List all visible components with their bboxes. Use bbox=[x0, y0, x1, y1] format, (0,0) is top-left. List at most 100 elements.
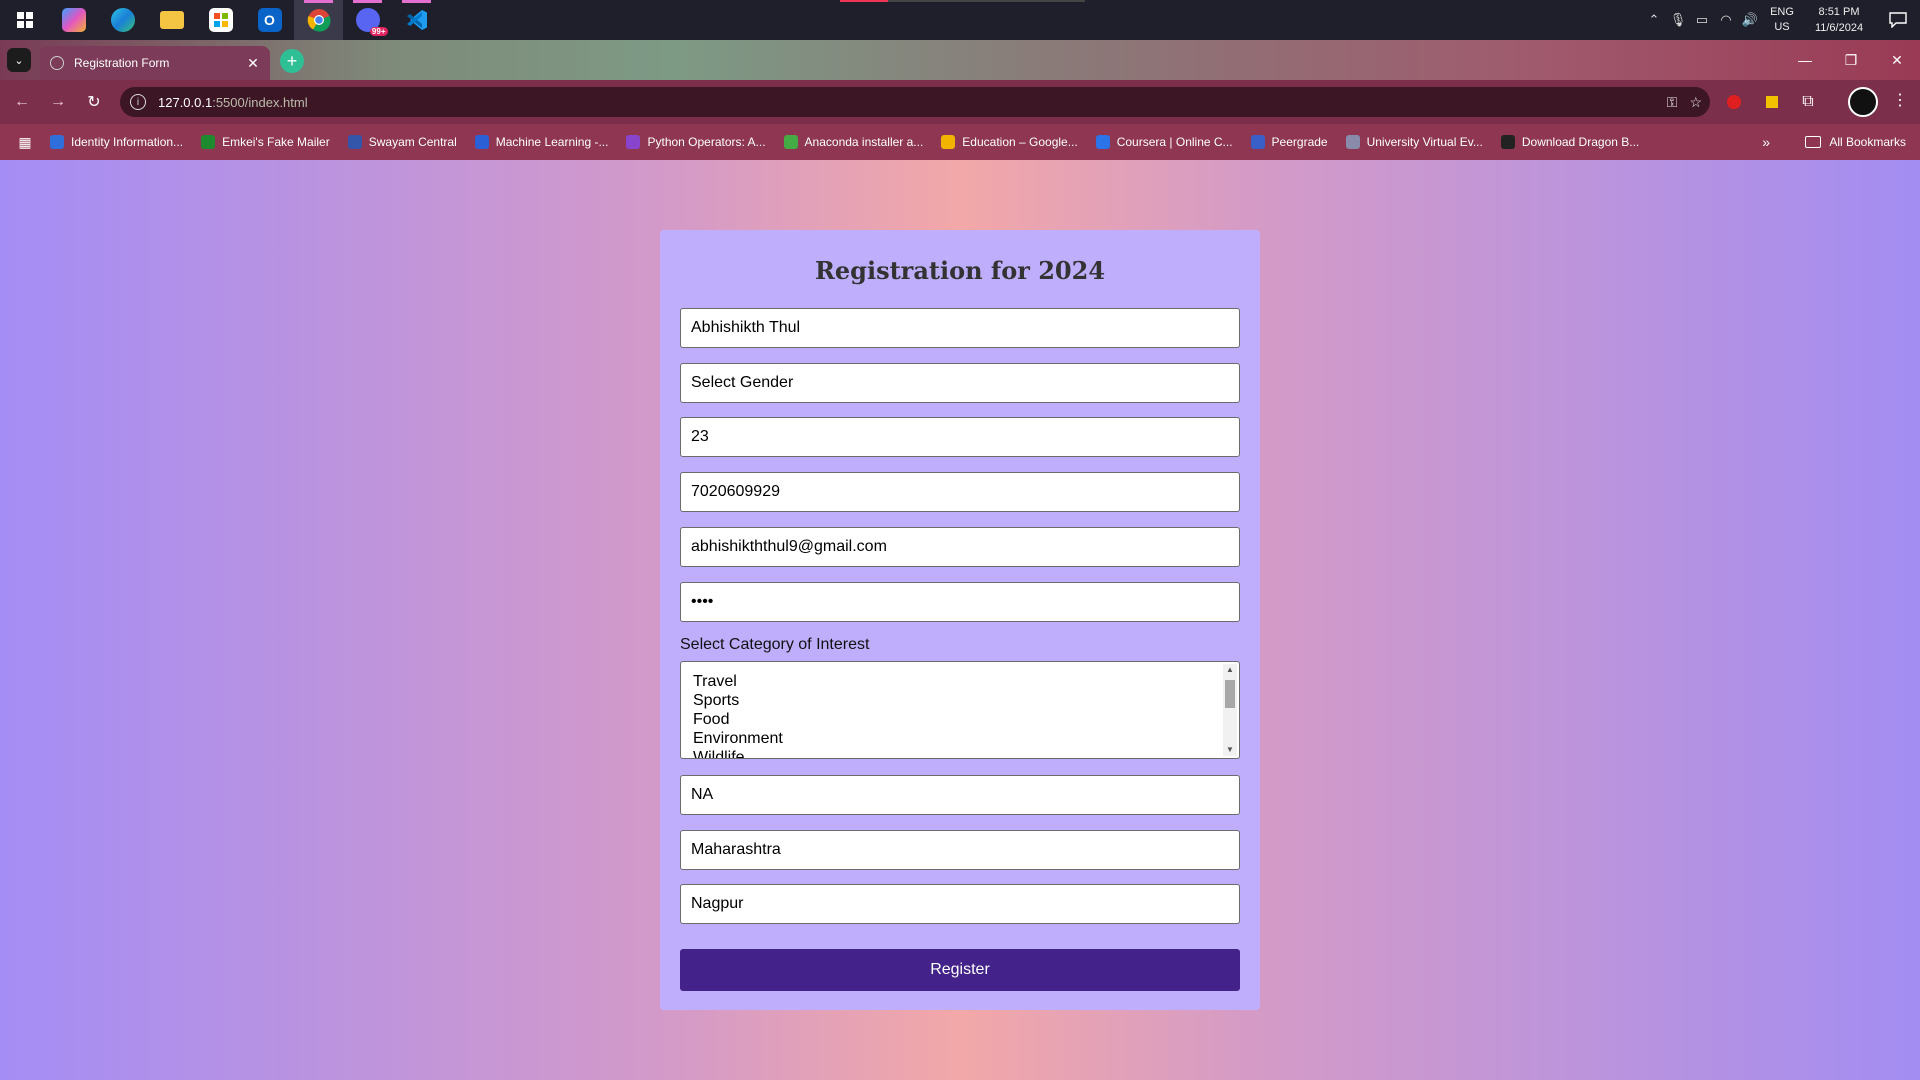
password-input[interactable]: •••• bbox=[680, 582, 1240, 622]
bookmark-favicon-icon bbox=[1250, 135, 1265, 149]
browser-toolbar: ← → ↻ i 127.0.0.1:5500/index.html ⚿ ☆ ⧉ … bbox=[0, 80, 1920, 124]
scroll-down-icon[interactable]: ▼ bbox=[1223, 744, 1237, 756]
city-input[interactable]: Nagpur bbox=[680, 884, 1240, 924]
category-option[interactable]: Food bbox=[693, 710, 1239, 729]
profile-avatar[interactable] bbox=[1848, 87, 1878, 117]
bookmarks-list: Identity Information... Emkei's Fake Mail… bbox=[50, 135, 1657, 149]
password-key-icon[interactable]: ⚿ bbox=[1667, 94, 1678, 111]
language-indicator[interactable]: ENG US bbox=[1762, 5, 1802, 35]
site-info-icon[interactable]: i bbox=[130, 94, 146, 110]
scroll-up-icon[interactable]: ▲ bbox=[1223, 664, 1237, 676]
bookmark-label: Coursera | Online C... bbox=[1116, 135, 1233, 149]
lang-top: ENG bbox=[1770, 6, 1794, 18]
bookmark-favicon-icon bbox=[941, 135, 956, 149]
chrome-icon[interactable] bbox=[294, 0, 343, 40]
bookmark-item[interactable]: Peergrade bbox=[1250, 135, 1328, 149]
minimize-button[interactable]: — bbox=[1782, 40, 1828, 80]
discord-icon[interactable]: 99+ bbox=[343, 0, 392, 40]
apps-grid-icon[interactable]: ▦ bbox=[0, 124, 50, 160]
bookmark-item[interactable]: University Virtual Ev... bbox=[1345, 135, 1483, 149]
bookmark-item[interactable]: Emkei's Fake Mailer bbox=[201, 135, 330, 149]
all-bookmarks-button[interactable]: All Bookmarks bbox=[1805, 124, 1906, 160]
age-input[interactable]: 23 bbox=[680, 417, 1240, 457]
back-button[interactable]: ← bbox=[10, 90, 34, 114]
bookmark-item[interactable]: Swayam Central bbox=[347, 135, 457, 149]
windows-start-icon[interactable] bbox=[0, 0, 49, 40]
category-option[interactable]: Travel bbox=[693, 672, 1239, 691]
registration-card: Registration for 2024 Abhishikth Thul Se… bbox=[660, 230, 1260, 1010]
tab-registration-form[interactable]: Registration Form ✕ bbox=[40, 46, 270, 80]
clock[interactable]: 8:51 PM 11/6/2024 bbox=[1802, 4, 1876, 36]
bookmark-item[interactable]: Coursera | Online C... bbox=[1095, 135, 1233, 149]
extension-red-icon[interactable] bbox=[1722, 90, 1746, 114]
bookmark-item[interactable]: Anaconda installer a... bbox=[783, 135, 924, 149]
bookmark-label: Swayam Central bbox=[368, 135, 457, 149]
speaker-icon[interactable]: 🔊 bbox=[1738, 0, 1762, 40]
extension-yellow-icon[interactable] bbox=[1760, 90, 1784, 114]
clock-time: 8:51 PM bbox=[1818, 6, 1860, 18]
bookmark-favicon-icon bbox=[201, 135, 216, 149]
bookmarks-bar: ▦ Identity Information... Emkei's Fake Ma… bbox=[0, 124, 1920, 160]
windows-taskbar: O 99+ ⌃ 🎙 ▭ ◠ 🔊 ENG US 8:51 PM 11/6/2024 bbox=[0, 0, 1920, 40]
battery-icon[interactable]: ▭ bbox=[1690, 0, 1714, 40]
browser-menu-icon[interactable]: ⋮ bbox=[1890, 90, 1910, 114]
bookmark-label: Education – Google... bbox=[962, 135, 1078, 149]
bookmark-favicon-icon bbox=[347, 135, 362, 149]
state-input[interactable]: Maharashtra bbox=[680, 830, 1240, 870]
taskbar-indicator-strip bbox=[840, 0, 1085, 2]
new-tab-button[interactable]: + bbox=[280, 49, 304, 73]
bookmark-favicon-icon bbox=[1500, 135, 1515, 149]
bookmark-item[interactable]: Python Operators: A... bbox=[626, 135, 766, 149]
name-input[interactable]: Abhishikth Thul bbox=[680, 308, 1240, 348]
gender-select[interactable]: Select Gender bbox=[680, 363, 1240, 403]
close-tab-icon[interactable]: ✕ bbox=[244, 55, 262, 72]
category-option[interactable]: Environment bbox=[693, 729, 1239, 748]
url-host: 127.0.0.1 bbox=[158, 94, 213, 110]
bookmark-label: Anaconda installer a... bbox=[804, 135, 924, 149]
other-category-input[interactable]: NA bbox=[680, 775, 1240, 815]
email-input[interactable]: abhishikththul9@gmail.com bbox=[680, 527, 1240, 567]
category-option[interactable]: Sports bbox=[693, 691, 1239, 710]
url-path: :5500/index.html bbox=[212, 94, 308, 110]
bookmark-star-icon[interactable]: ☆ bbox=[1689, 94, 1702, 111]
microphone-icon[interactable]: 🎙 bbox=[1666, 0, 1690, 40]
restore-button[interactable]: ❐ bbox=[1828, 40, 1874, 80]
extensions-puzzle-icon[interactable]: ⧉ bbox=[1796, 90, 1820, 114]
bookmark-label: Peergrade bbox=[1271, 135, 1328, 149]
chevron-up-icon[interactable]: ⌃ bbox=[1642, 0, 1666, 40]
listbox-scrollbar[interactable]: ▲ ▼ bbox=[1223, 664, 1237, 756]
discord-badge: 99+ bbox=[369, 27, 388, 36]
register-button[interactable]: Register bbox=[680, 949, 1240, 991]
file-explorer-icon[interactable] bbox=[147, 0, 196, 40]
category-option[interactable]: Wildlife bbox=[693, 748, 1239, 758]
microsoft-store-icon[interactable] bbox=[196, 0, 245, 40]
bookmark-item[interactable]: Machine Learning -... bbox=[474, 135, 609, 149]
copilot-icon[interactable] bbox=[49, 0, 98, 40]
phone-input[interactable]: 7020609929 bbox=[680, 472, 1240, 512]
category-listbox[interactable]: Travel Sports Food Environment Wildlife ▲ ▼ bbox=[680, 661, 1240, 759]
bookmark-item[interactable]: Download Dragon B... bbox=[1500, 135, 1640, 149]
all-bookmarks-label: All Bookmarks bbox=[1829, 135, 1906, 149]
globe-icon bbox=[50, 56, 64, 70]
browser-window: ⌄ Registration Form ✕ + — ❐ ✕ ← → ↻ i 12… bbox=[0, 40, 1920, 160]
bookmark-label: Download Dragon B... bbox=[1521, 135, 1640, 149]
bookmark-label: University Virtual Ev... bbox=[1366, 135, 1483, 149]
outlook-icon[interactable]: O bbox=[245, 0, 294, 40]
close-window-button[interactable]: ✕ bbox=[1874, 40, 1920, 80]
bookmark-favicon-icon bbox=[783, 135, 798, 149]
bookmark-label: Machine Learning -... bbox=[495, 135, 609, 149]
scroll-thumb[interactable] bbox=[1225, 680, 1235, 708]
tab-title: Registration Form bbox=[74, 56, 170, 70]
vscode-icon[interactable] bbox=[392, 0, 441, 40]
notifications-icon[interactable] bbox=[1876, 0, 1920, 40]
more-bookmarks-icon[interactable]: » bbox=[1762, 124, 1770, 160]
address-bar[interactable]: i 127.0.0.1:5500/index.html ⚿ ☆ bbox=[120, 87, 1710, 117]
forward-button[interactable]: → bbox=[46, 90, 70, 114]
tab-search-button[interactable]: ⌄ bbox=[7, 48, 31, 72]
bookmark-item[interactable]: Education – Google... bbox=[941, 135, 1078, 149]
bookmark-item[interactable]: Identity Information... bbox=[50, 135, 183, 149]
wifi-icon[interactable]: ◠ bbox=[1714, 0, 1738, 40]
edge-icon[interactable] bbox=[98, 0, 147, 40]
bookmark-label: Emkei's Fake Mailer bbox=[222, 135, 330, 149]
reload-button[interactable]: ↻ bbox=[82, 90, 106, 114]
